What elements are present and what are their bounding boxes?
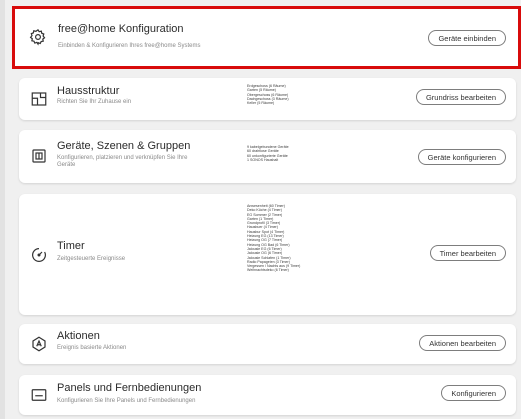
card-subtitle: Richten Sie Ihr Zuhause ein <box>57 99 132 105</box>
connect-devices-button[interactable]: Geräte einbinden <box>428 30 506 46</box>
device-icon <box>30 147 48 165</box>
card-subtitle: Ereignis basierte Aktionen <box>57 345 127 351</box>
card-title: free@home Konfiguration <box>58 23 184 35</box>
card-actions: Aktionen Ereignis basierte Aktionen Akti… <box>19 324 516 364</box>
card-free-at-home-configuration[interactable]: free@home Konfiguration Einbinden & Konf… <box>12 6 521 69</box>
configure-panels-button[interactable]: Konfigurieren <box>441 385 506 401</box>
card-timer: Timer Zeitgesteuerte Ereignisse Anwesenh… <box>19 194 516 315</box>
detail-line: 1 SONOS Haushalt <box>247 157 279 162</box>
floorplan-icon <box>30 90 48 108</box>
detail-line: Weihnachtsdeko (6 Timer) <box>247 268 289 273</box>
card-subtitle: Zeitgesteuerte Ereignisse <box>57 256 126 262</box>
edit-actions-button[interactable]: Aktionen bearbeiten <box>419 335 506 351</box>
card-panels-remotes: Panels und Fernbedienungen Konfigurieren… <box>19 375 516 415</box>
card-devices-scenes-groups: Geräte, Szenen & Gruppen Konfigurieren, … <box>19 130 516 183</box>
card-subtitle: Einbinden & Konfigurieren Ihres free@hom… <box>58 43 201 49</box>
card-subtitle-continued: Geräte <box>57 162 76 168</box>
card-house-structure: Hausstruktur Richten Sie Ihr Zuhause ein… <box>19 78 516 120</box>
detail-line: Keller (5 Räume) <box>247 101 275 106</box>
card-title: Geräte, Szenen & Gruppen <box>57 140 191 152</box>
edit-floorplan-button[interactable]: Grundriss bearbeiten <box>415 89 506 105</box>
edit-timer-button[interactable]: Timer bearbeiten <box>429 245 506 261</box>
card-title: Hausstruktur <box>57 85 120 97</box>
panel-icon <box>30 386 48 404</box>
card-subtitle: Konfigurieren Sie Ihre Panels und Fernbe… <box>57 398 196 404</box>
gear-icon <box>29 28 47 46</box>
configure-devices-button[interactable]: Geräte konfigurieren <box>417 149 506 165</box>
card-subtitle: Konfigurieren, platzieren und verknüpfen… <box>57 155 188 161</box>
house-structure-details: Erdgeschoss (6 Räume) Garten (5 Räume) O… <box>247 84 289 105</box>
card-title: Aktionen <box>57 330 100 342</box>
devices-details: 9 kabelgebundene Geräte 60 drahtlose Ger… <box>247 145 289 162</box>
timer-icon <box>30 246 48 264</box>
card-title: Timer <box>57 240 85 252</box>
card-title: Panels und Fernbedienungen <box>57 382 202 394</box>
timer-details: Anwesenheit (60 Timer) Deko Küche (4 Tim… <box>247 204 300 273</box>
action-icon <box>30 335 48 353</box>
